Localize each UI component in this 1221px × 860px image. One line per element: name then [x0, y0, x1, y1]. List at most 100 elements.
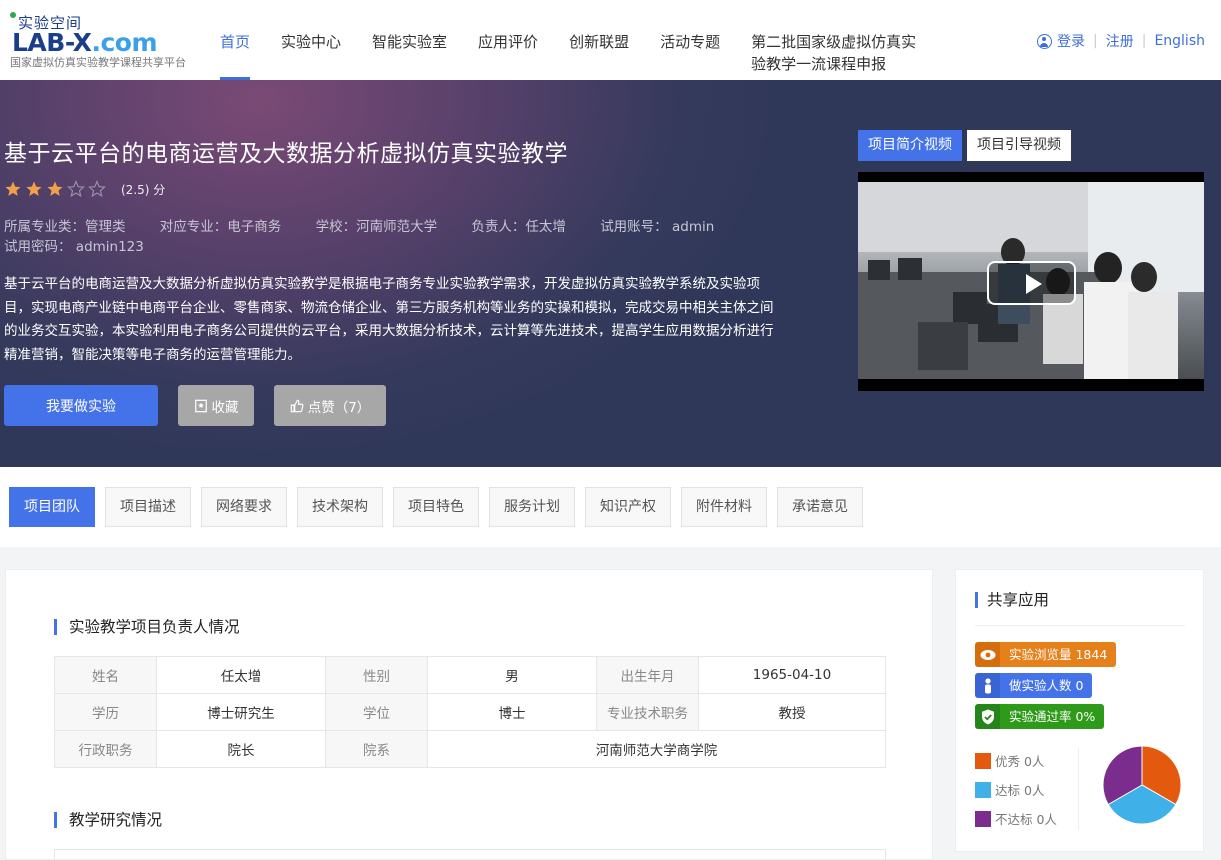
share-panel: 共享应用 实验浏览量 1844 做实验人数 0 实验通过率 0% 优秀 0人 达… [955, 569, 1204, 852]
views-badge: 实验浏览量 1844 [975, 642, 1117, 667]
legend-label: 达标 0人 [995, 783, 1045, 798]
star-icon [47, 181, 63, 196]
table-value: 博士 [427, 693, 597, 731]
table-key: 学历 [54, 693, 157, 731]
table-value: 博士研究生 [156, 693, 326, 731]
tab-team[interactable]: 项目团队 [9, 487, 95, 527]
logo-en: LAB-X.com [12, 28, 157, 57]
project-hero: 基于云平台的电商运营及大数据分析虚拟仿真实验教学 (2.5) 分 所属专业类：管… [0, 80, 1221, 467]
leader-section-title: 实验教学项目负责人情况 [54, 619, 240, 635]
score-pie-chart [1102, 745, 1182, 825]
table-key: 出生年月 [596, 656, 699, 694]
table-value: 男 [427, 656, 597, 694]
meta-trial-password: 试用密码： admin123 [4, 239, 144, 255]
nav-course-application[interactable]: 第二批国家级虚拟仿真实验教学一流课程申报 [751, 0, 921, 80]
logo-tagline: 国家虚拟仿真实验教学课程共享平台 [10, 56, 186, 69]
shield-check-icon [975, 704, 1000, 729]
pass-badge: 实验通过率 0% [975, 704, 1105, 729]
users-text: 做实验人数 0 [1000, 673, 1093, 698]
team-panel: 实验教学项目负责人情况 姓名 任太增 性别 男 出生年月 1965-04-10 … [5, 569, 933, 860]
register-link[interactable]: 注册 [1106, 31, 1134, 51]
like-label: 点赞（7） [307, 399, 371, 416]
nav-alliance[interactable]: 创新联盟 [569, 0, 629, 80]
nav-smart-lab[interactable]: 智能实验室 [372, 0, 447, 80]
table-row: 行政职务 院长 院系 河南师范大学商学院 [54, 730, 886, 768]
login-link[interactable]: 登录 [1057, 31, 1085, 51]
english-link[interactable]: English [1154, 33, 1205, 49]
nav-evaluation[interactable]: 应用评价 [478, 0, 538, 80]
tab-description[interactable]: 项目描述 [105, 487, 191, 527]
pass-text: 实验通过率 0% [1000, 704, 1105, 729]
play-icon[interactable] [987, 261, 1076, 305]
favorite-button[interactable]: 收藏 [178, 385, 254, 426]
section-tabs: 项目团队 项目描述 网络要求 技术架构 项目特色 服务计划 知识产权 附件材料 … [9, 487, 873, 527]
nav-activities[interactable]: 活动专题 [660, 0, 720, 80]
project-description: 基于云平台的电商运营及大数据分析虚拟仿真实验教学是根据电子商务专业实验教学需求，… [4, 276, 774, 363]
star-icon [5, 181, 21, 196]
research-table-top [54, 849, 886, 860]
table-row: 学历 博士研究生 学位 博士 专业技术职务 教授 [54, 693, 886, 731]
star-icon [26, 181, 42, 196]
legend-qualified: 达标 0人 [975, 780, 1044, 799]
table-key: 院系 [325, 730, 428, 768]
section-tabs-bar: 项目团队 项目描述 网络要求 技术架构 项目特色 服务计划 知识产权 附件材料 … [0, 467, 1221, 547]
tab-architecture[interactable]: 技术架构 [297, 487, 383, 527]
leader-info-table: 姓名 任太增 性别 男 出生年月 1965-04-10 学历 博士研究生 学位 … [54, 656, 886, 768]
thumbs-up-icon [290, 399, 304, 412]
tab-network[interactable]: 网络要求 [201, 487, 287, 527]
table-row: 姓名 任太增 性别 男 出生年月 1965-04-10 [54, 656, 886, 694]
like-button[interactable]: 点赞（7） [274, 385, 386, 426]
table-value: 河南师范大学商学院 [427, 730, 886, 768]
person-icon [975, 673, 1000, 698]
legend-label: 不达标 0人 [995, 812, 1057, 827]
nav-home[interactable]: 首页 [220, 0, 251, 80]
top-navbar: 实验空间 LAB-X.com 国家虚拟仿真实验教学课程共享平台 首页 实验中心 … [0, 0, 1221, 80]
views-text: 实验浏览量 1844 [1000, 642, 1117, 667]
meta-school: 学校：河南师范大学 [315, 219, 438, 235]
star-outline-icon [88, 180, 106, 198]
start-experiment-button[interactable]: 我要做实验 [4, 385, 158, 426]
tab-features[interactable]: 项目特色 [393, 487, 479, 527]
video-tabs: 项目简介视频 项目引导视频 [858, 130, 1076, 161]
meta-leader: 负责人：任太增 [471, 219, 566, 235]
video-thumbnail [858, 182, 1204, 379]
nav-experiment-center[interactable]: 实验中心 [281, 0, 341, 80]
tab-service-plan[interactable]: 服务计划 [489, 487, 575, 527]
legend-swatch [975, 810, 991, 827]
project-meta: 所属专业类：管理类 对应专业：电子商务 学校：河南师范大学 负责人：任太增 试用… [4, 217, 784, 257]
tab-commitment[interactable]: 承诺意见 [777, 487, 863, 527]
user-icon [1037, 33, 1052, 49]
tab-intro-video[interactable]: 项目简介视频 [858, 130, 962, 161]
tab-ip[interactable]: 知识产权 [585, 487, 671, 527]
legend-label: 优秀 0人 [995, 754, 1045, 769]
table-value: 院长 [156, 730, 326, 768]
table-key: 性别 [325, 656, 428, 694]
legend-swatch [975, 752, 991, 769]
rating-text: (2.5) 分 [121, 182, 166, 197]
video-player[interactable] [858, 172, 1204, 391]
meta-trial-account: 试用账号： admin [600, 219, 715, 235]
divider: | [1093, 33, 1098, 49]
tab-attachments[interactable]: 附件材料 [681, 487, 767, 527]
logo-dot [10, 12, 16, 18]
divider [1078, 748, 1079, 830]
favorite-label: 收藏 [211, 399, 239, 416]
table-key: 姓名 [54, 656, 157, 694]
rating: (2.5) 分 [4, 180, 165, 198]
research-section-title: 教学研究情况 [54, 812, 162, 828]
tab-guide-video[interactable]: 项目引导视频 [967, 130, 1071, 161]
star-outline-icon [67, 180, 85, 198]
legend-unqualified: 不达标 0人 [975, 809, 1057, 828]
divider: | [1141, 33, 1147, 49]
eye-icon [975, 642, 1000, 667]
site-logo[interactable]: 实验空间 LAB-X.com 国家虚拟仿真实验教学课程共享平台 [8, 10, 204, 74]
legend-swatch [975, 781, 991, 798]
share-title: 共享应用 [975, 592, 1049, 608]
divider [975, 625, 1185, 626]
users-badge: 做实验人数 0 [975, 673, 1093, 698]
legend-excellent: 优秀 0人 [975, 751, 1044, 770]
meta-category: 所属专业类：管理类 [4, 219, 126, 235]
table-value: 1965-04-10 [698, 656, 886, 694]
table-value: 教授 [698, 693, 886, 731]
project-title: 基于云平台的电商运营及大数据分析虚拟仿真实验教学 [4, 141, 568, 167]
